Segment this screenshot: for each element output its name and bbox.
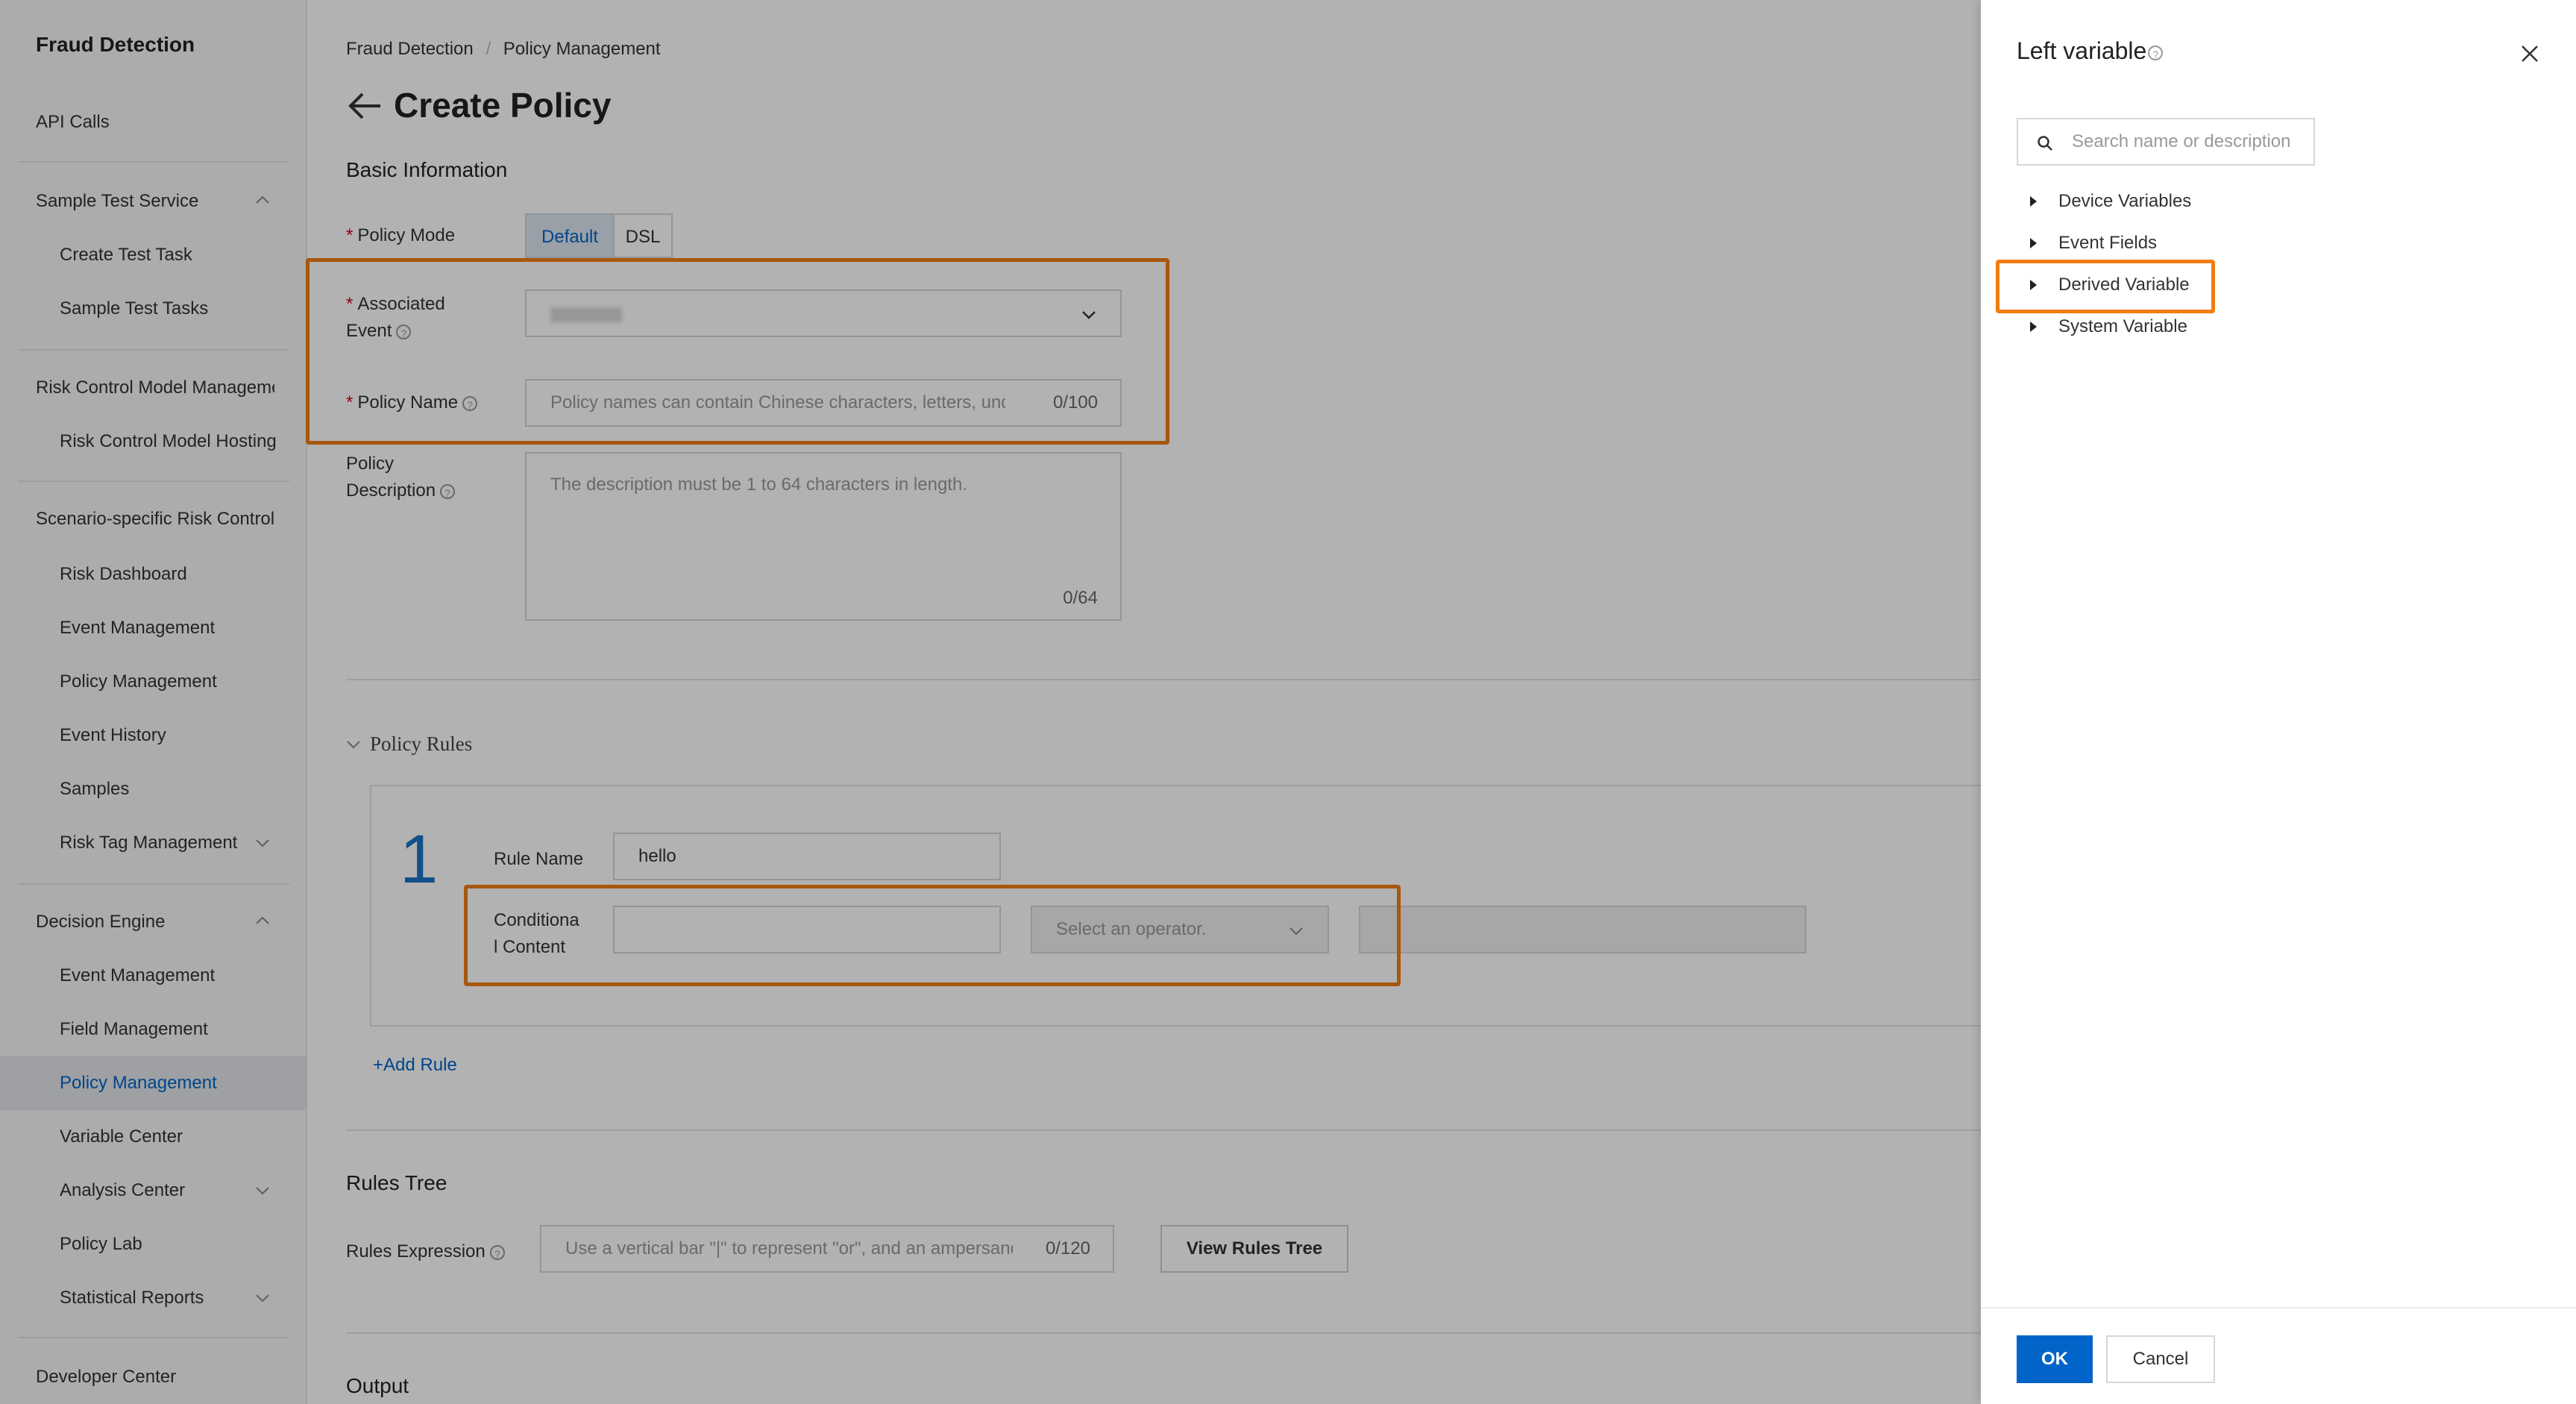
modal-overlay[interactable] — [0, 0, 1981, 1404]
caret-right-icon[interactable] — [2026, 236, 2041, 251]
caret-right-icon[interactable] — [2026, 319, 2041, 334]
drawer-title: Left variable? — [2017, 37, 2164, 65]
ok-button[interactable]: OK — [2017, 1335, 2093, 1383]
variable-search-input[interactable]: Search name or description — [2017, 118, 2315, 166]
drawer-footer-divider — [1981, 1307, 2576, 1309]
caret-right-icon[interactable] — [2026, 194, 2041, 209]
cancel-button[interactable]: Cancel — [2106, 1335, 2215, 1383]
search-icon — [2036, 134, 2054, 152]
highlight-box-derived-variable — [1996, 260, 2215, 313]
close-icon[interactable] — [2518, 42, 2542, 66]
left-variable-drawer: Left variable? Search name or descriptio… — [1981, 0, 2576, 1404]
help-icon[interactable]: ? — [2148, 45, 2164, 60]
